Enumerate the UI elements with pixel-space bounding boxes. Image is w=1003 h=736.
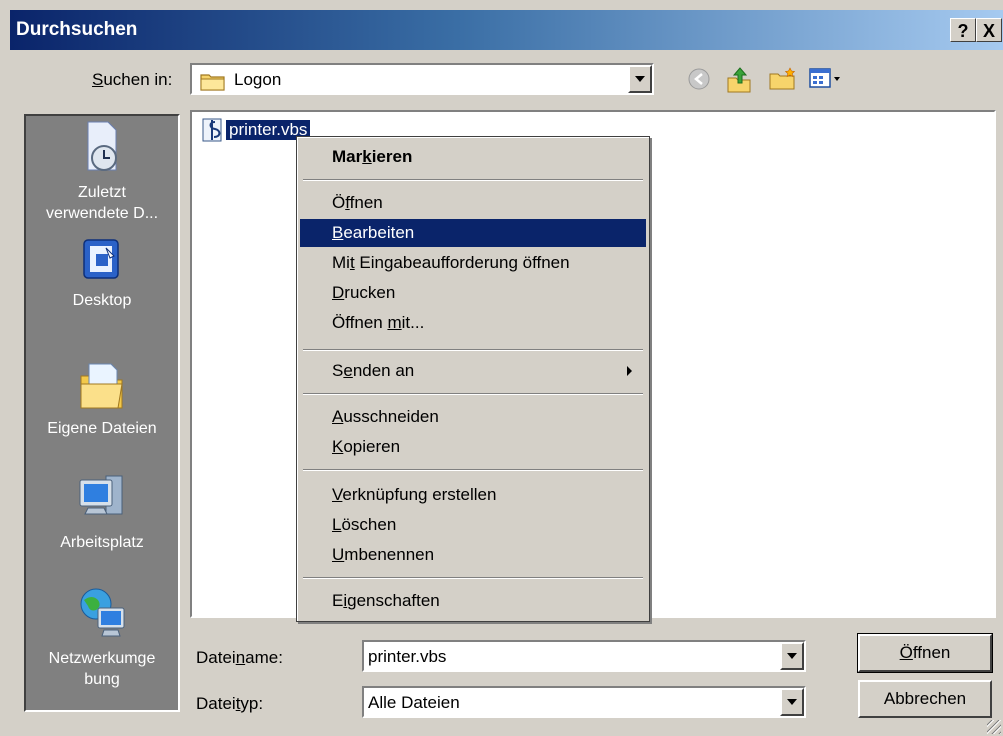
my-documents-icon xyxy=(80,363,123,409)
window-title: Durchsuchen xyxy=(16,19,138,40)
places-bar: Zuletzt verwendete D... Desktop Eigene D… xyxy=(24,114,180,712)
filetype-select[interactable]: Alle Dateien xyxy=(362,686,806,718)
place-recent[interactable]: Zuletzt verwendete D... xyxy=(26,118,178,224)
place-label: Arbeitsplatz xyxy=(60,534,144,551)
recent-documents-icon xyxy=(87,121,117,171)
filetype-value: Alle Dateien xyxy=(368,693,460,712)
help-button[interactable]: ? xyxy=(950,18,976,42)
menu-item-create-shortcut[interactable]: Verknüpfung erstellen xyxy=(300,481,646,509)
desktop-icon xyxy=(83,239,119,279)
filetype-label: Dateityp: xyxy=(196,694,264,713)
menu-item-loeschen[interactable]: Löschen xyxy=(300,511,646,539)
place-label: bung xyxy=(84,671,120,688)
menu-item-eigenschaften[interactable]: Eigenschaften xyxy=(300,587,646,615)
menu-item-open-with-command-prompt[interactable]: Mit Eingabeaufforderung öffnen xyxy=(300,249,646,277)
menu-item-markieren[interactable]: Markieren xyxy=(300,143,646,171)
browse-dialog: Durchsuchen ? X Suchen in: Logon Zuletzt… xyxy=(0,0,1003,736)
place-label: Eigene Dateien xyxy=(47,420,157,437)
place-label: Desktop xyxy=(72,292,132,309)
resize-grip[interactable] xyxy=(987,720,1001,734)
lookin-value: Logon xyxy=(234,70,282,89)
menu-separator xyxy=(303,349,643,351)
filename-combo[interactable]: printer.vbs xyxy=(362,640,806,672)
network-places-icon xyxy=(80,588,125,637)
back-icon[interactable] xyxy=(686,66,712,92)
chevron-down-icon xyxy=(787,699,797,705)
menu-item-ausschneiden[interactable]: Ausschneiden xyxy=(300,403,646,431)
menu-item-kopieren[interactable]: Kopieren xyxy=(300,433,646,461)
menu-item-open-with[interactable]: Öffnen mit... xyxy=(300,309,646,337)
place-my-computer[interactable]: Arbeitsplatz xyxy=(26,472,178,553)
close-button[interactable]: X xyxy=(976,18,1002,42)
menu-item-drucken[interactable]: Drucken xyxy=(300,279,646,307)
menu-separator xyxy=(303,179,643,181)
chevron-down-icon xyxy=(635,76,645,82)
menu-item-oeffnen[interactable]: Öffnen xyxy=(300,189,646,217)
filename-dropdown-button[interactable] xyxy=(780,642,804,670)
my-computer-icon xyxy=(79,475,123,515)
place-my-documents[interactable]: Eigene Dateien xyxy=(26,360,178,439)
cancel-button[interactable]: Abbrechen xyxy=(858,680,992,718)
menu-separator xyxy=(303,577,643,579)
vbscript-file-icon xyxy=(202,118,222,142)
place-network[interactable]: Netzwerkumge bung xyxy=(26,586,178,690)
filename-input[interactable]: printer.vbs xyxy=(368,647,446,667)
filename-label: Dateiname: xyxy=(196,648,283,667)
chevron-down-icon xyxy=(787,653,797,659)
menu-item-bearbeiten[interactable]: Bearbeiten xyxy=(300,219,646,247)
menu-item-umbenennen[interactable]: Umbenennen xyxy=(300,541,646,569)
context-menu: Markieren Öffnen Bearbeiten Mit Eingabea… xyxy=(296,136,650,622)
title-bar[interactable]: Durchsuchen ? X xyxy=(10,10,1003,50)
lookin-label: Suchen in: xyxy=(92,70,173,89)
lookin-combo[interactable]: Logon xyxy=(190,63,654,95)
file-item[interactable]: printer.vbs xyxy=(202,118,312,142)
place-label: Netzwerkumge xyxy=(48,650,156,667)
open-button[interactable]: Öffnen xyxy=(857,633,993,673)
place-label: Zuletzt xyxy=(77,184,126,201)
place-desktop[interactable]: Desktop xyxy=(26,234,178,311)
new-folder-icon[interactable] xyxy=(768,66,798,92)
folder-icon xyxy=(200,74,225,91)
place-label: verwendete D... xyxy=(45,205,159,222)
lookin-dropdown-button[interactable] xyxy=(628,65,652,93)
up-folder-icon[interactable] xyxy=(724,66,754,94)
chevron-right-icon xyxy=(627,366,632,376)
view-menu-icon[interactable] xyxy=(808,66,844,92)
menu-item-senden-an[interactable]: Senden an xyxy=(300,357,646,385)
menu-separator xyxy=(303,393,643,395)
filetype-dropdown-button[interactable] xyxy=(780,688,804,716)
menu-separator xyxy=(303,469,643,471)
